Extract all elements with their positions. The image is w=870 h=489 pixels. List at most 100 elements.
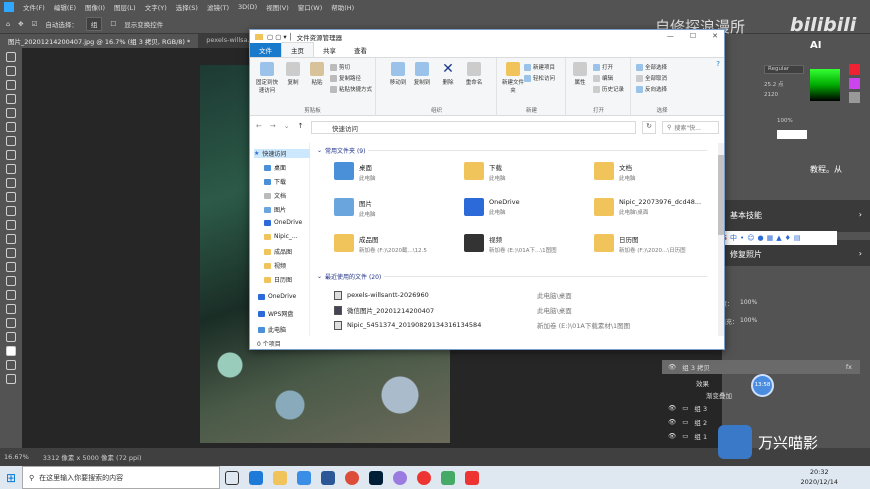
folder-tile[interactable]: 日历图 新加卷 (F:)\2020...\日历图	[594, 231, 718, 259]
font-size-field[interactable]: 25.2 点	[764, 80, 794, 89]
recent-file-row[interactable]: Nipic_5451374_20190829134316134584 新加卷 (E…	[334, 319, 714, 331]
app3-icon[interactable]	[465, 470, 479, 485]
move-to-button[interactable]: 移动到	[385, 62, 411, 86]
tab-share[interactable]: 共享	[314, 43, 345, 57]
color-field[interactable]	[777, 130, 807, 139]
swatch-red[interactable]	[849, 64, 860, 75]
nav-quick-access[interactable]: ★ 快速访问	[254, 149, 310, 158]
paste-shortcut-button[interactable]: 粘贴快捷方式	[330, 85, 372, 93]
folder-tile[interactable]: OneDrive 此电脑	[464, 195, 594, 223]
ime-tool-icon[interactable]: ▤	[794, 234, 801, 242]
recent-dropdown-icon[interactable]: ⌄	[284, 122, 290, 130]
up-arrow-icon[interactable]: ↑	[298, 122, 304, 130]
select-none-button[interactable]: 全部取消	[636, 74, 667, 82]
eye-icon[interactable]: 👁	[668, 363, 676, 371]
crop-icon[interactable]	[6, 108, 16, 118]
address-bar[interactable]: 快速访问	[311, 121, 636, 134]
nav-nipic[interactable]: Nipic_...	[264, 233, 298, 240]
menu-filter[interactable]: 滤镜(T)	[207, 2, 229, 12]
nav-desktop[interactable]: 桌面	[264, 163, 286, 172]
eye-icon[interactable]: 👁	[668, 418, 676, 426]
color-swatch-icon[interactable]	[6, 346, 16, 356]
nav-calendar[interactable]: 日历图	[264, 275, 292, 284]
properties-button[interactable]: 属性	[567, 62, 593, 86]
copy-to-button[interactable]: 复制到	[409, 62, 435, 86]
menu-help[interactable]: 帮助(H)	[331, 2, 354, 12]
paste-button[interactable]: 粘贴	[304, 62, 330, 86]
doc-info[interactable]: 3312 像素 x 5000 像素 (72 ppi)	[43, 452, 142, 462]
ime-user-icon[interactable]: ♦	[785, 234, 791, 242]
start-button[interactable]: ⊞	[0, 466, 22, 489]
refresh-button[interactable]: ↻	[642, 121, 656, 134]
swatch-purple[interactable]	[849, 78, 860, 89]
minimize-button[interactable]: —	[667, 32, 674, 40]
recent-header[interactable]: ⌄ 最近使用的文件 (20)	[317, 272, 707, 281]
ime-voice-icon[interactable]: ●	[758, 234, 764, 242]
layer-gradient-overlay[interactable]: 渐变叠加	[700, 388, 870, 402]
menu-layer[interactable]: 图层(L)	[114, 2, 136, 12]
recent-file-row[interactable]: 微信图片_20201214200407 此电脑\桌面	[334, 304, 714, 316]
back-arrow-icon[interactable]: ←	[256, 122, 262, 130]
tab-file[interactable]: 文件	[250, 43, 281, 57]
nav-onedrive[interactable]: OneDrive	[258, 293, 296, 300]
nav-wps[interactable]: WPS网盘	[258, 309, 293, 318]
quick-mask-icon[interactable]	[6, 360, 16, 370]
menu-view[interactable]: 视图(V)	[266, 2, 289, 12]
system-clock[interactable]: 20:32 2020/12/14	[801, 467, 838, 487]
folder-tile[interactable]: 桌面 此电脑	[334, 159, 464, 187]
ime-punct-icon[interactable]: •	[740, 234, 744, 242]
edit-button[interactable]: 编辑	[593, 74, 613, 82]
nav-videos[interactable]: 视频	[264, 261, 286, 270]
netease-icon[interactable]	[417, 470, 431, 485]
shape-icon[interactable]	[6, 304, 16, 314]
eraser-icon[interactable]	[6, 206, 16, 216]
scrollbar-thumb[interactable]	[718, 155, 724, 235]
blur-icon[interactable]	[6, 234, 16, 244]
menu-image[interactable]: 图像(I)	[85, 2, 105, 12]
folder-tile[interactable]: 图片 此电脑	[334, 195, 464, 223]
maximize-button[interactable]: ☐	[690, 32, 696, 40]
search-input[interactable]: ⚲ 搜索"快...	[662, 121, 719, 134]
open-button[interactable]: 打开	[593, 63, 613, 71]
scale-field[interactable]: 100%	[777, 118, 807, 127]
folder-tile[interactable]: Nipic_22073976_dcd48... 此电脑\桌面	[594, 195, 718, 223]
fill-value[interactable]: 100%	[740, 317, 757, 324]
folder-tile[interactable]: 下载 此电脑	[464, 159, 594, 187]
help-icon[interactable]: ?	[716, 60, 720, 68]
ime-keyboard-icon[interactable]: ▦	[767, 234, 774, 242]
nav-documents[interactable]: 文档	[264, 191, 286, 200]
auto-select-checkbox[interactable]: ☑	[32, 20, 38, 28]
transform-checkbox[interactable]: ☐	[110, 20, 116, 28]
edge-icon[interactable]	[249, 470, 263, 485]
copy-button[interactable]: 复制	[280, 62, 306, 86]
new-item-button[interactable]: 新建项目	[524, 63, 555, 71]
nav-pictures[interactable]: 图片	[264, 205, 286, 214]
ps-logo-icon[interactable]	[4, 2, 14, 12]
frame-icon[interactable]	[6, 122, 16, 132]
close-button[interactable]: ✕	[712, 32, 718, 40]
zoom-icon[interactable]	[6, 332, 16, 342]
quick-access-toolbar-icon[interactable]: ▢ ▢ ▾ │	[267, 33, 293, 41]
hand-icon[interactable]	[6, 318, 16, 328]
path-select-icon[interactable]	[6, 290, 16, 300]
chrome-icon[interactable]	[345, 470, 359, 485]
menu-type[interactable]: 文字(Y)	[145, 2, 167, 12]
menu-edit[interactable]: 编辑(E)	[54, 2, 76, 12]
swatch-gray[interactable]	[849, 92, 860, 103]
store-icon[interactable]	[297, 470, 311, 485]
menu-select[interactable]: 选择(S)	[176, 2, 198, 12]
recent-file-row[interactable]: pexels-willsantt-2026960 此电脑\桌面	[334, 289, 714, 301]
dodge-icon[interactable]	[6, 248, 16, 258]
screen-mode-icon[interactable]	[6, 374, 16, 384]
stamp-icon[interactable]	[6, 178, 16, 188]
explorer-titlebar[interactable]: ▢ ▢ ▾ │ 文件资源管理器 — ☐ ✕	[250, 30, 724, 44]
app2-icon[interactable]	[441, 470, 455, 485]
eyedropper-icon[interactable]	[6, 136, 16, 146]
frequent-header[interactable]: ⌄ 常用文件夹 (9)	[317, 146, 707, 155]
eye-icon[interactable]: 👁	[668, 404, 676, 412]
ime-mode-icon[interactable]: 中	[730, 233, 737, 243]
select-all-button[interactable]: 全部选择	[636, 63, 667, 71]
rename-button[interactable]: 重命名	[461, 62, 487, 86]
move-icon[interactable]	[6, 52, 16, 62]
ime-skin-icon[interactable]: ▲	[776, 234, 781, 242]
